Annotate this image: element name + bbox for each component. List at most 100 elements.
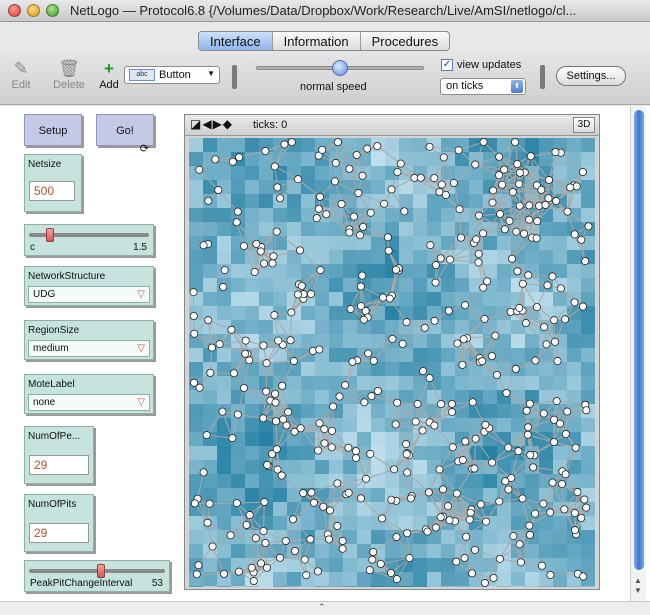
mote	[202, 431, 211, 440]
vertical-scrollbar-thumb[interactable]	[634, 110, 644, 570]
mote	[438, 485, 447, 494]
mote	[570, 508, 579, 517]
mote	[571, 526, 580, 535]
mote	[268, 259, 277, 268]
mote	[269, 252, 278, 261]
networkstructure-label: NetworkStructure	[28, 271, 106, 282]
mote	[552, 397, 561, 406]
scroll-up-arrow-icon[interactable]: ▲	[634, 576, 642, 585]
minimize-window-button[interactable]	[27, 4, 40, 17]
regionsize-chooser[interactable]: RegionSize medium ▽	[24, 320, 154, 360]
numofpe-input[interactable]: NumOfPe... 29	[24, 426, 94, 484]
go-button[interactable]: Go! ⟳	[96, 114, 154, 155]
mote	[431, 261, 440, 270]
mote	[365, 566, 374, 575]
mote	[454, 146, 463, 155]
mote	[235, 153, 244, 162]
mote	[529, 463, 538, 472]
close-window-button[interactable]	[8, 4, 21, 17]
delete-button[interactable]: 🗑 Delete	[50, 59, 88, 91]
numofpe-value[interactable]: 29	[29, 455, 89, 475]
world-canvas[interactable]	[189, 138, 595, 587]
tab-interface[interactable]: Interface	[199, 32, 273, 50]
mote	[368, 555, 377, 564]
view-resize-arrows-icon[interactable]: ◪◀▶◆	[190, 117, 233, 131]
peakpit-slider-thumb[interactable]	[96, 564, 105, 578]
mote	[466, 508, 475, 517]
netsize-value[interactable]: 500	[29, 181, 75, 201]
zoom-window-button[interactable]	[46, 4, 59, 17]
mote	[333, 522, 342, 531]
mote	[544, 175, 553, 184]
networkstructure-dropdown[interactable]: UDG ▽	[28, 286, 150, 303]
mote	[461, 301, 470, 310]
mote	[233, 410, 242, 419]
speed-slider-thumb[interactable]	[332, 60, 348, 76]
mote	[205, 499, 214, 508]
horizontal-resize-bar: ⌃	[0, 601, 650, 615]
mote	[262, 359, 271, 368]
mote	[228, 434, 237, 443]
mote	[260, 497, 269, 506]
mote	[537, 185, 546, 194]
mote	[478, 357, 487, 366]
view-control-bar: ◪◀▶◆ ticks: 0 3D	[185, 115, 599, 136]
mote	[495, 152, 504, 161]
scroll-down-arrow-icon[interactable]: ▼	[634, 586, 642, 595]
networkstructure-chooser[interactable]: NetworkStructure UDG ▽	[24, 266, 154, 306]
mote	[563, 207, 572, 216]
mote	[492, 371, 501, 380]
tab-procedures[interactable]: Procedures	[361, 32, 449, 50]
mote	[498, 180, 507, 189]
setup-button[interactable]: Setup	[24, 114, 82, 146]
view-updates-checkbox[interactable]: ✓	[441, 59, 453, 71]
widget-type-select[interactable]: abc Button ▼	[124, 66, 220, 84]
edit-button[interactable]: ✎ Edit	[8, 59, 34, 91]
netsize-input[interactable]: Netsize 500	[24, 154, 82, 212]
tab-information[interactable]: Information	[273, 32, 361, 50]
mote	[358, 171, 367, 180]
mote	[520, 229, 529, 238]
title-bar: NetLogo — Protocol6.8 {/Volumes/Data/Dro…	[0, 0, 650, 22]
triangle-down-icon: ▽	[137, 343, 145, 354]
mote	[455, 205, 464, 214]
numofpits-input[interactable]: NumOfPits 29	[24, 494, 94, 552]
motelabel-dropdown[interactable]: none ▽	[28, 394, 150, 411]
mote	[348, 357, 357, 366]
mote	[461, 437, 470, 446]
peakpitchangeinterval-slider[interactable]: PeakPitChangeInterval 53	[24, 560, 170, 592]
c-slider[interactable]: c 1.5	[24, 224, 154, 256]
settings-button[interactable]: Settings...	[556, 66, 626, 86]
mote	[437, 180, 446, 189]
mote	[419, 367, 428, 376]
mote	[570, 230, 579, 239]
mote	[190, 499, 199, 508]
add-button[interactable]: + Add	[96, 59, 122, 91]
go-label: Go!	[116, 125, 134, 137]
update-mode-select[interactable]: on ticks ⬍	[440, 78, 526, 95]
mote	[542, 340, 551, 349]
numofpits-value[interactable]: 29	[29, 523, 89, 543]
mote	[388, 334, 397, 343]
3d-view-button[interactable]: 3D	[573, 117, 595, 133]
mote	[270, 162, 279, 171]
mote	[525, 521, 534, 530]
vertical-scrollbar[interactable]: ▲ ▼	[630, 106, 646, 601]
chevron-down-icon: ▼	[207, 69, 215, 78]
triangle-down-icon: ▽	[137, 289, 145, 300]
mote	[550, 337, 559, 346]
mote	[522, 406, 531, 415]
mote	[476, 500, 485, 509]
mote	[539, 409, 548, 418]
mote	[278, 381, 287, 390]
c-slider-thumb[interactable]	[45, 228, 54, 242]
motelabel-chooser[interactable]: MoteLabel none ▽	[24, 374, 154, 414]
mote	[327, 443, 336, 452]
mote	[271, 417, 280, 426]
regionsize-dropdown[interactable]: medium ▽	[28, 340, 150, 357]
mote	[287, 308, 296, 317]
c-slider-value: 1.5	[133, 242, 147, 253]
mote	[366, 449, 375, 458]
mote	[511, 138, 520, 147]
mote	[420, 323, 429, 332]
